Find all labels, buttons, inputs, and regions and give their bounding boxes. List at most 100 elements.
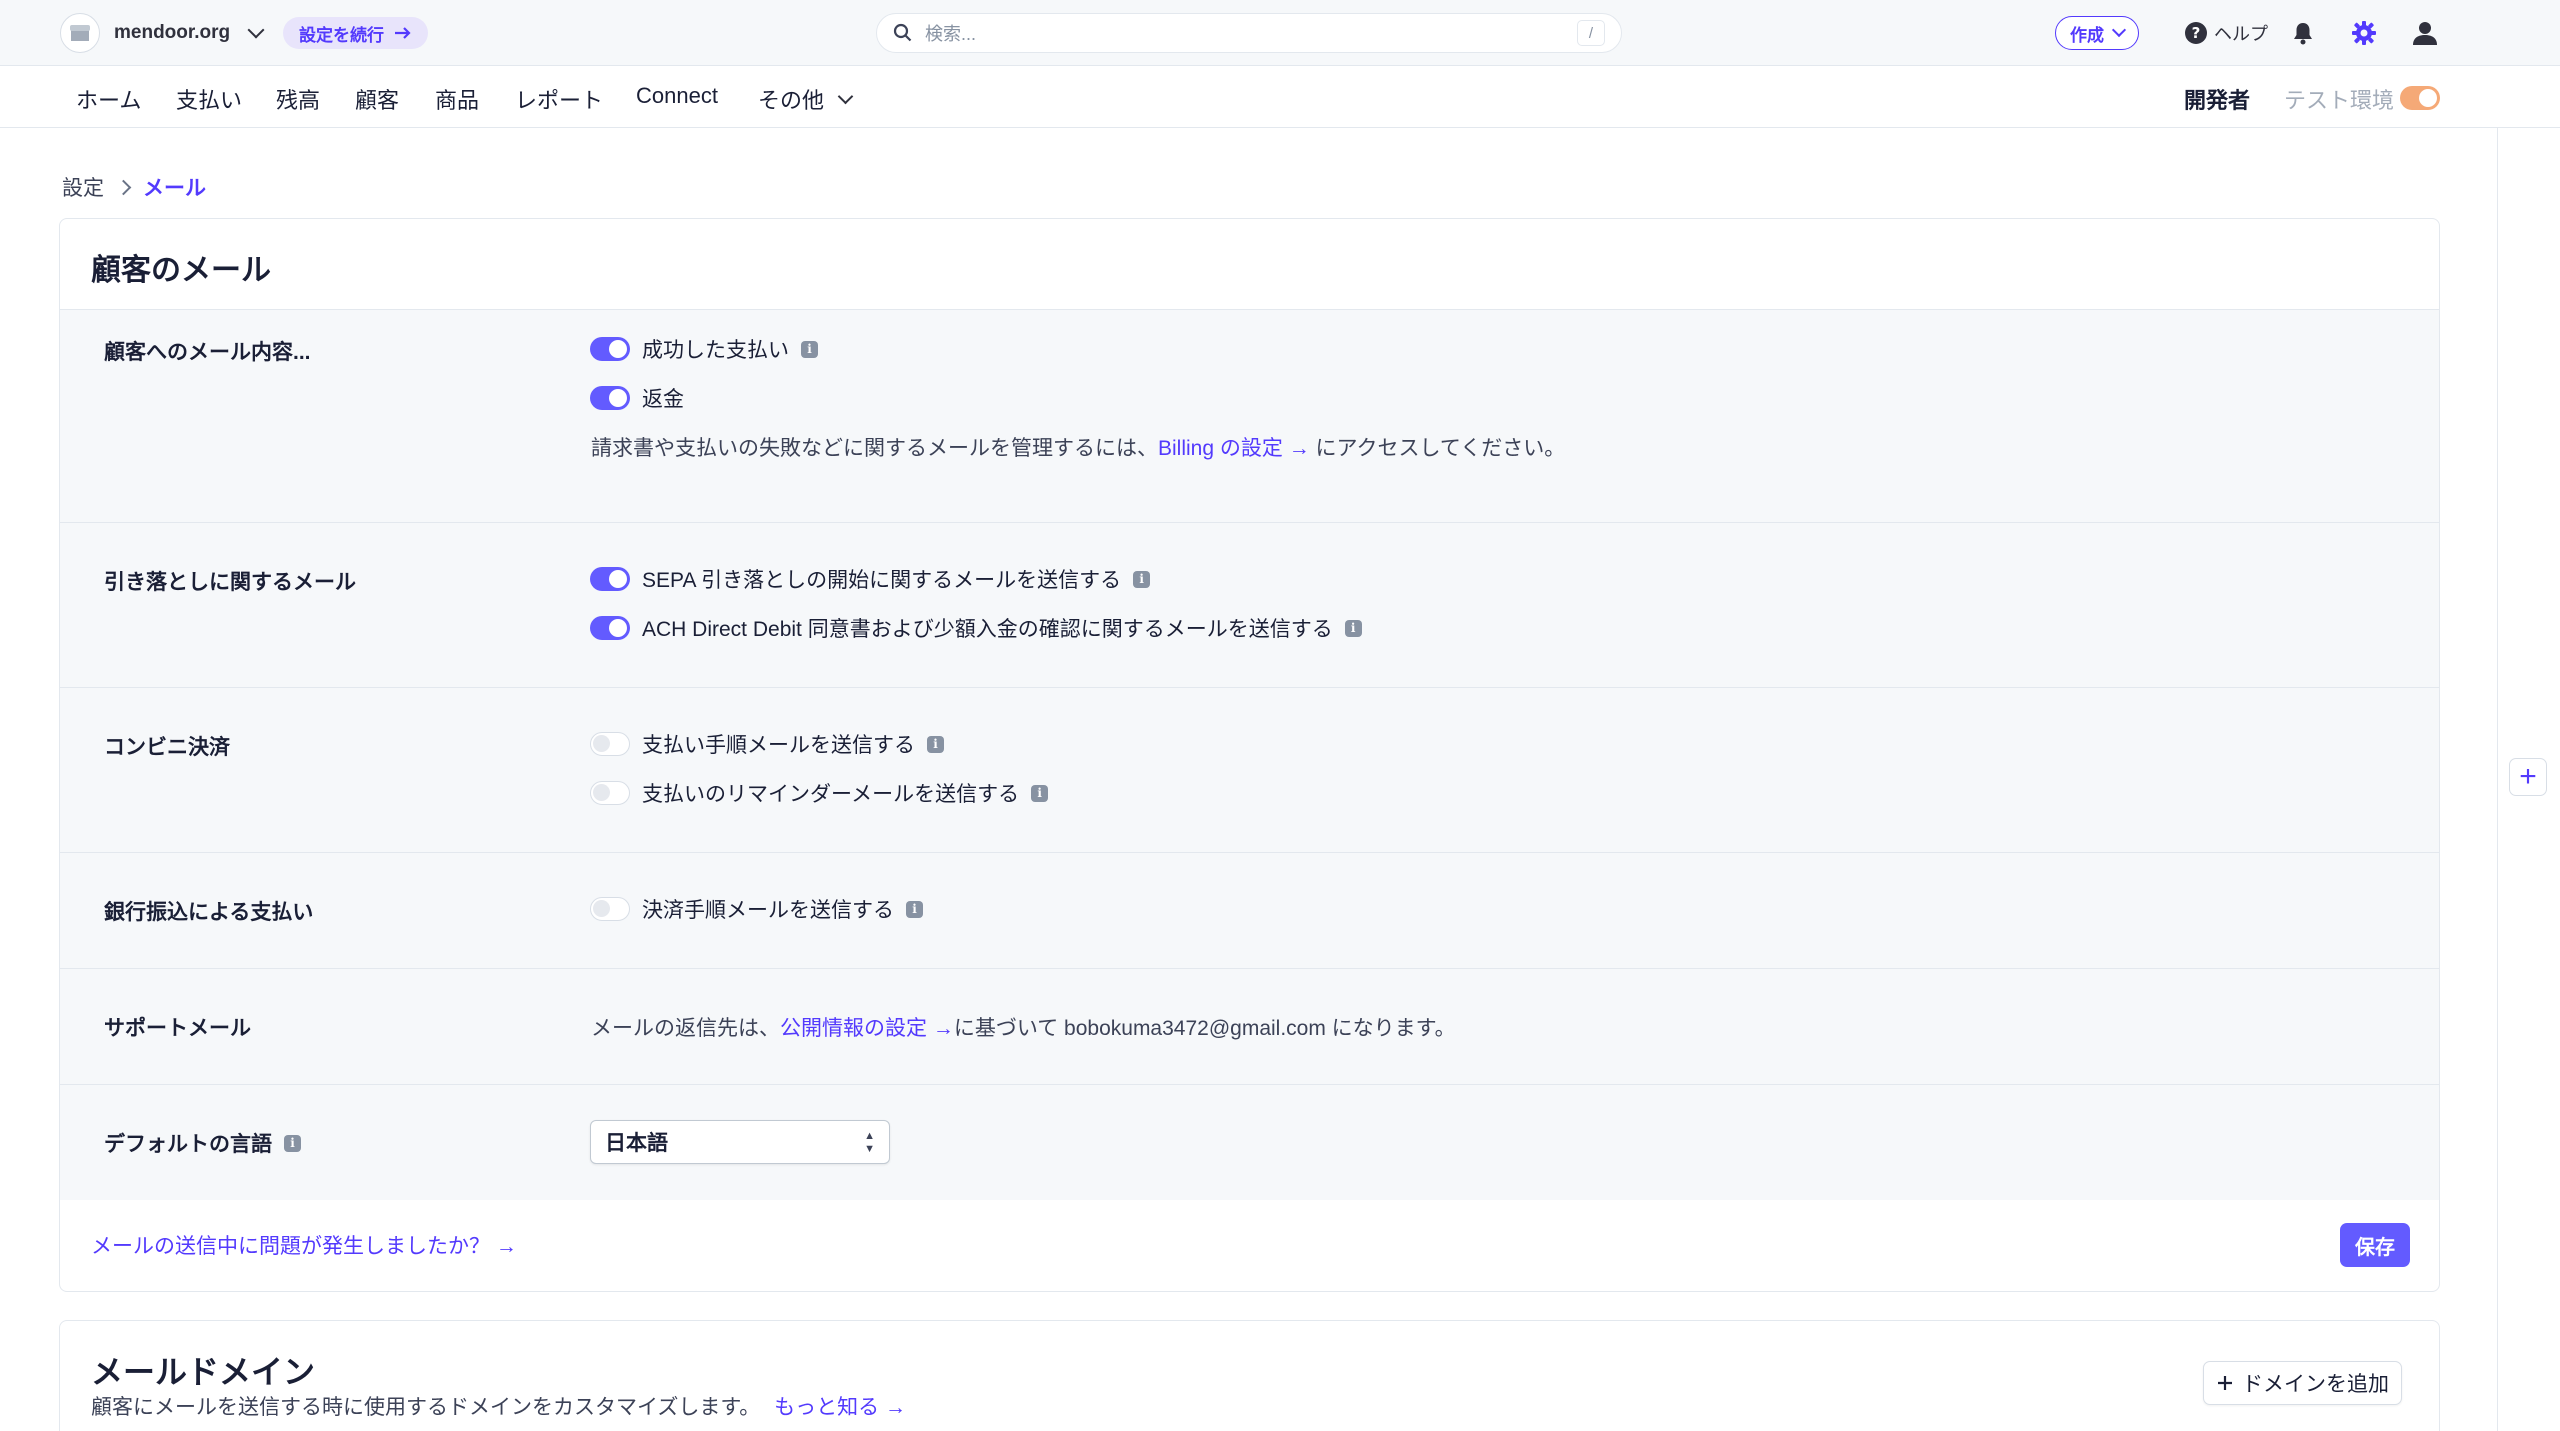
- section-label: 顧客へのメール内容...: [104, 341, 311, 364]
- option-sepa-debit: SEPA 引き落としの開始に関するメールを送信する i: [590, 564, 1151, 594]
- billing-settings-link[interactable]: Billing の設定 →: [1158, 437, 1310, 460]
- info-icon[interactable]: i: [1344, 619, 1362, 637]
- section-label: サポートメール: [104, 1017, 251, 1040]
- email-trouble-link[interactable]: メールの送信中に問題が発生しましたか？ →: [91, 1230, 517, 1260]
- bell-icon[interactable]: [2288, 18, 2318, 48]
- help-button[interactable]: ? ヘルプ: [2184, 20, 2268, 46]
- nav-item-reports[interactable]: レポート: [515, 83, 603, 115]
- language-select-value: 日本語: [605, 1132, 668, 1155]
- option-konbini-reminder: 支払いのリマインダーメールを送信する i: [590, 778, 1049, 808]
- option-label: 成功した支払い: [642, 339, 789, 362]
- option-label: 支払い手順メールを送信する: [642, 734, 915, 757]
- customer-emails-card: 顧客のメール 顧客へのメール内容... 成功した支払い i 返金 請求書や支払い…: [59, 218, 2440, 1292]
- up-down-icon: ▲ ▼: [864, 1129, 875, 1155]
- option-label: 返金: [642, 388, 684, 411]
- info-icon[interactable]: i: [927, 735, 944, 753]
- test-mode-label: テスト環境: [2284, 88, 2395, 113]
- nav-item-balances[interactable]: 残高: [276, 83, 320, 115]
- search-input[interactable]: 検索...: [925, 20, 1565, 46]
- search-icon: [893, 23, 912, 42]
- language-select[interactable]: 日本語 ▲ ▼: [590, 1120, 890, 1164]
- support-note-suffix: に基づいて bobokuma3472@gmail.com になります。: [953, 1017, 1456, 1040]
- default-language-label-wrap: デフォルトの言語 i: [104, 1128, 301, 1158]
- nav-item-products[interactable]: 商品: [435, 83, 479, 115]
- help-icon: ?: [2185, 22, 2207, 44]
- svg-text:?: ?: [2192, 24, 2201, 42]
- breadcrumb-settings[interactable]: 設定: [62, 172, 104, 202]
- toggle-bank-transfer-instructions[interactable]: [590, 897, 630, 921]
- info-icon[interactable]: i: [284, 1134, 301, 1152]
- account-name: mendoor.org: [114, 22, 231, 43]
- option-label: 決済手順メールを送信する: [642, 899, 894, 922]
- help-label: ヘルプ: [2214, 24, 2268, 44]
- section-customer-email-content: 顧客へのメール内容... 成功した支払い i 返金 請求書や支払いの失敗などに関…: [60, 309, 2439, 522]
- section-support-email: サポートメール メールの返信先は、公開情報の設定 →に基づいて bobokuma…: [60, 968, 2439, 1084]
- email-domain-title: メールドメイン: [91, 1354, 316, 1390]
- option-refunds: 返金: [590, 383, 684, 413]
- gear-icon[interactable]: [2349, 18, 2379, 48]
- add-domain-button[interactable]: ドメインを追加: [2203, 1361, 2402, 1405]
- info-icon[interactable]: i: [906, 900, 923, 918]
- chevron-down-icon: [247, 21, 265, 39]
- breadcrumb: 設定 メール: [62, 172, 206, 202]
- option-konbini-instructions: 支払い手順メールを送信する i: [590, 729, 944, 759]
- billing-note-suffix: にアクセスしてください。: [1309, 437, 1566, 460]
- search-bar[interactable]: 検索... /: [876, 13, 1622, 53]
- toggle-ach-debit[interactable]: [590, 616, 630, 640]
- support-email-note: メールの返信先は、公開情報の設定 →に基づいて bobokuma3472@gma…: [591, 1012, 1456, 1042]
- public-details-link[interactable]: 公開情報の設定 →: [780, 1017, 954, 1040]
- section-label: 銀行振込による支払い: [104, 901, 314, 924]
- section-debit-emails: 引き落としに関するメール SEPA 引き落としの開始に関するメールを送信する i…: [60, 522, 2439, 687]
- toggle-refunds[interactable]: [590, 386, 630, 410]
- nav-item-home[interactable]: ホーム: [76, 83, 141, 115]
- plus-icon: [2218, 1376, 2232, 1390]
- toggle-sepa-debit[interactable]: [590, 567, 630, 591]
- toggle-konbini-instructions[interactable]: [590, 732, 630, 756]
- test-mode-toggle[interactable]: [2400, 86, 2440, 110]
- billing-note: 請求書や支払いの失敗などに関するメールを管理するには、Billing の設定 →…: [591, 432, 1565, 462]
- search-shortcut-hint: /: [1577, 20, 1605, 46]
- nav-item-connect[interactable]: Connect: [636, 83, 718, 109]
- toggle-successful-payments[interactable]: [590, 337, 630, 361]
- option-label: ACH Direct Debit 同意書および少額入金の確認に関するメールを送信…: [642, 618, 1333, 641]
- billing-note-text: 請求書や支払いの失敗などに関するメールを管理するには、: [591, 437, 1158, 460]
- toggle-konbini-reminder[interactable]: [590, 781, 630, 805]
- option-successful-payments: 成功した支払い i: [590, 334, 818, 364]
- main-nav: ホーム 支払い 残高 顧客 商品 レポート Connect その他 開発者 テス…: [0, 66, 2560, 128]
- option-bank-transfer-instructions: 決済手順メールを送信する i: [590, 894, 923, 924]
- option-label: 支払いのリマインダーメールを送信する: [642, 783, 1020, 806]
- section-label: コンビニ決済: [104, 736, 230, 759]
- create-button[interactable]: 作成: [2055, 16, 2139, 50]
- store-icon: [60, 13, 100, 53]
- section-bank-transfer: 銀行振込による支払い 決済手順メールを送信する i: [60, 852, 2439, 968]
- continue-setup-label: 設定を続行: [299, 25, 384, 45]
- chevron-down-icon: [837, 88, 854, 104]
- info-icon[interactable]: i: [801, 340, 818, 358]
- developers-link[interactable]: 開発者: [2184, 83, 2250, 115]
- section-label: 引き落としに関するメール: [104, 571, 356, 594]
- user-icon[interactable]: [2410, 18, 2440, 48]
- continue-setup-button[interactable]: 設定を続行: [283, 17, 428, 49]
- nav-item-more[interactable]: その他: [758, 83, 854, 115]
- plus-icon[interactable]: +: [2509, 758, 2547, 796]
- info-icon[interactable]: i: [1031, 784, 1049, 802]
- email-domain-card: メールドメイン 顧客にメールを送信する時に使用するドメインをカスタマイズします。…: [59, 1320, 2440, 1431]
- email-domain-description-text: 顧客にメールを送信する時に使用するドメインをカスタマイズします。: [91, 1396, 761, 1419]
- section-label: デフォルトの言語: [104, 1133, 272, 1156]
- page-title: 顧客のメール: [91, 254, 271, 287]
- chevron-right-icon: [115, 179, 132, 195]
- nav-item-customers[interactable]: 顧客: [355, 83, 399, 115]
- breadcrumb-emails[interactable]: メール: [143, 172, 206, 202]
- support-note-text: メールの返信先は、: [591, 1017, 780, 1040]
- info-icon[interactable]: i: [1133, 570, 1151, 588]
- option-ach-debit: ACH Direct Debit 同意書および少額入金の確認に関するメールを送信…: [590, 613, 1362, 643]
- account-switcher[interactable]: mendoor.org: [60, 13, 265, 53]
- add-domain-label: ドメインを追加: [2242, 1373, 2389, 1396]
- arrow-right-icon: [395, 27, 411, 39]
- nav-item-more-label: その他: [758, 88, 825, 113]
- nav-item-payments[interactable]: 支払い: [176, 83, 242, 115]
- top-bar: mendoor.org 設定を続行 検索... / 作成 ? ヘルプ: [0, 0, 2560, 66]
- save-button[interactable]: 保存: [2340, 1223, 2410, 1267]
- learn-more-link[interactable]: もっと知る →: [774, 1396, 906, 1419]
- section-konbini: コンビニ決済 支払い手順メールを送信する i 支払いのリマインダーメールを送信す…: [60, 687, 2439, 852]
